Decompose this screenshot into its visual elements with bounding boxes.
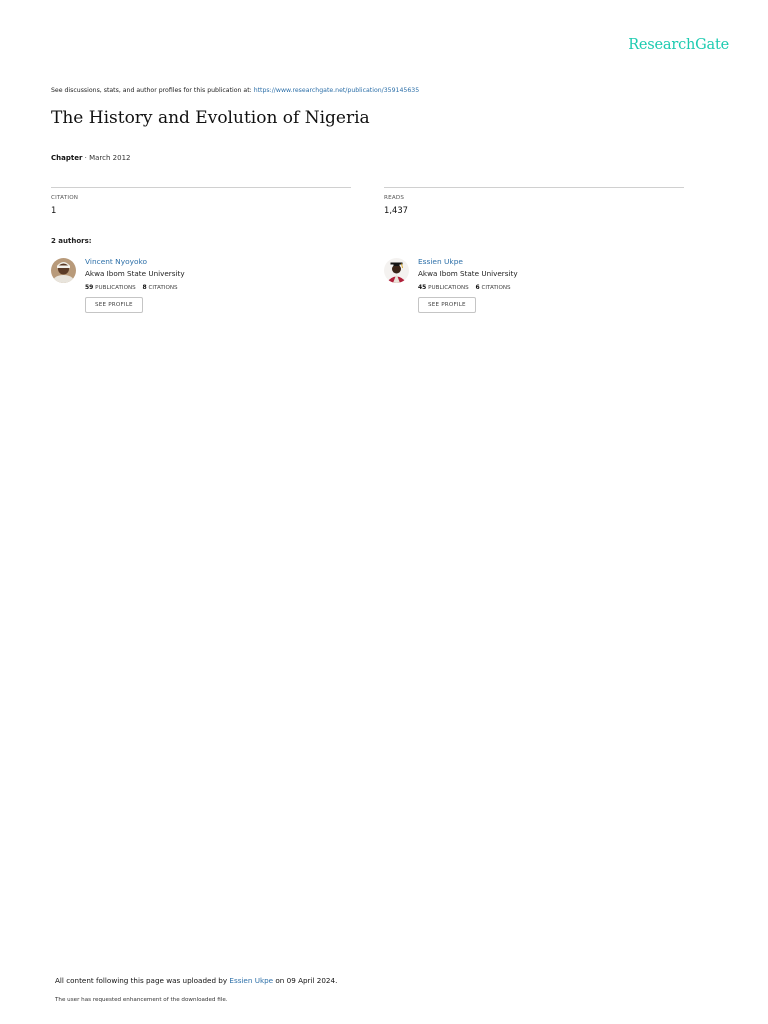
author-institution: Akwa Ibom State University (418, 269, 518, 278)
see-profile-button[interactable]: SEE PROFILE (418, 297, 476, 313)
publication-type: Chapter (51, 154, 83, 162)
publication-date: March 2012 (89, 154, 131, 162)
publications-count: 45 (418, 284, 427, 291)
see-profile-button[interactable]: SEE PROFILE (85, 297, 143, 313)
author-counts: 59 PUBLICATIONS 8 CITATIONS (85, 284, 345, 291)
publication-meta: Chapter · March 2012 (51, 154, 130, 162)
citation-label: CITATION (51, 195, 79, 201)
reads-stat: READS 1,437 (384, 187, 684, 215)
avatar[interactable] (51, 258, 76, 283)
publications-count: 59 (85, 284, 94, 291)
reads-label: READS (384, 195, 405, 201)
author-counts: 45 PUBLICATIONS 6 CITATIONS (418, 284, 678, 291)
citation-stat: CITATION 1 (51, 187, 351, 215)
citations-count: 8 (142, 284, 147, 291)
citations-count: 6 (475, 284, 480, 291)
reads-value: 1,437 (384, 205, 408, 215)
avatar-photo (51, 258, 76, 283)
author-institution: Akwa Ibom State University (85, 269, 185, 278)
upload-note: All content following this page was uplo… (55, 976, 337, 985)
citations-label: CITATIONS (481, 285, 511, 291)
researchgate-logo[interactable]: ResearchGate (628, 37, 729, 53)
discussion-prefix: See discussions, stats, and author profi… (51, 87, 252, 94)
upload-prefix: All content following this page was uplo… (55, 976, 228, 985)
citation-value: 1 (51, 205, 57, 215)
author-info: Vincent Nyoyoko Akwa Ibom State Universi… (85, 257, 345, 313)
authors-heading: 2 authors: (51, 237, 92, 245)
uploader-link[interactable]: Essien Ukpe (229, 976, 273, 985)
citations-label: CITATIONS (148, 285, 178, 291)
publication-url-link[interactable]: https://www.researchgate.net/publication… (254, 87, 419, 94)
avatar-photo (384, 258, 409, 283)
upload-suffix: on 09 April 2024. (275, 976, 338, 985)
author-name-link[interactable]: Essien Ukpe (418, 257, 678, 267)
discussion-line: See discussions, stats, and author profi… (51, 87, 419, 94)
avatar[interactable] (384, 258, 409, 283)
publication-title: The History and Evolution of Nigeria (51, 108, 370, 128)
enhancement-note: The user has requested enhancement of th… (55, 997, 228, 1003)
author-info: Essien Ukpe Akwa Ibom State University 4… (418, 257, 678, 313)
author-name-link[interactable]: Vincent Nyoyoko (85, 257, 345, 267)
publications-label: PUBLICATIONS (95, 285, 136, 291)
publications-label: PUBLICATIONS (428, 285, 469, 291)
